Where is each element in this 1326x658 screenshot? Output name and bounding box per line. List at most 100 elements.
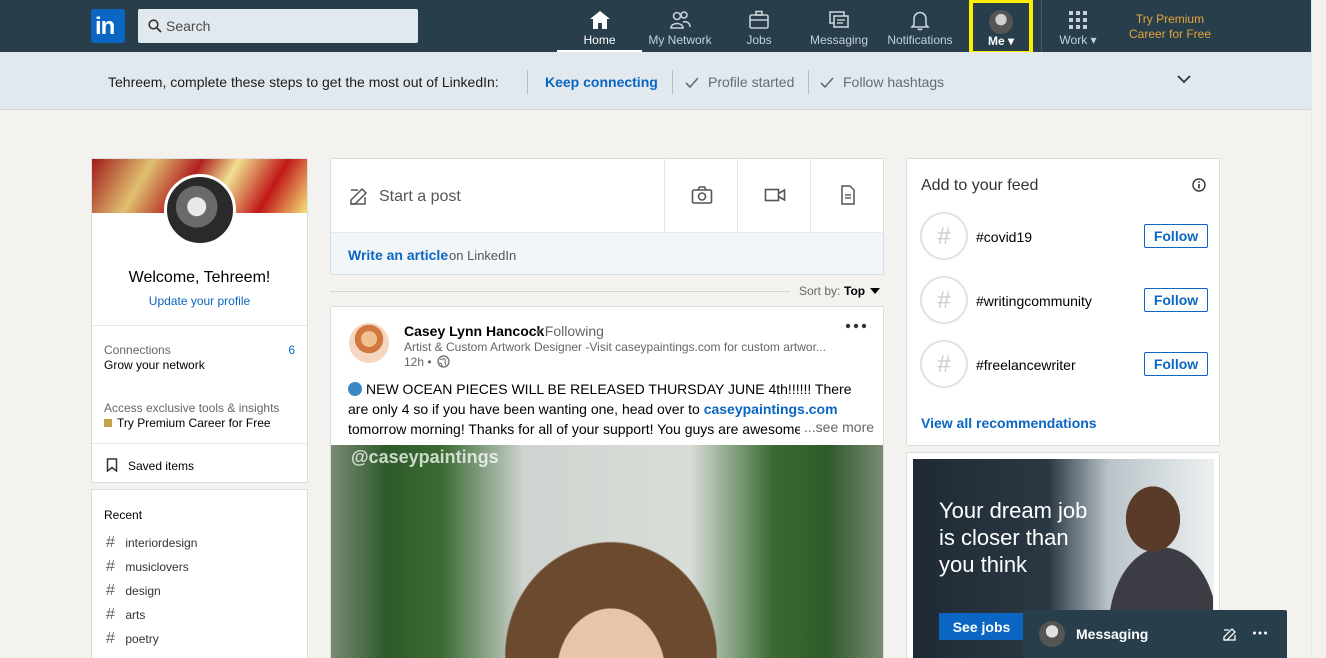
more-options-icon[interactable]	[1252, 630, 1268, 636]
share-box: Start a post Write an article on LinkedI…	[330, 158, 884, 275]
nav-my-network[interactable]: My Network	[642, 0, 718, 52]
briefcase-icon	[749, 10, 769, 29]
post-author-headline: Artist & Custom Artwork Designer -Visit …	[404, 340, 826, 354]
connections-label[interactable]: Connections	[104, 343, 171, 357]
see-more-link[interactable]: ...see more	[800, 419, 875, 435]
blue-circle-emoji-icon	[348, 382, 362, 396]
saved-items-link[interactable]: Saved items	[128, 459, 194, 473]
nav-me-label: Me ▾	[987, 34, 1015, 48]
recent-item-label: musiclovers	[125, 560, 189, 574]
me-avatar	[989, 10, 1013, 34]
onboarding-divider	[672, 70, 673, 94]
view-all-recommendations-link[interactable]: View all recommendations	[921, 415, 1097, 431]
hashtag-avatar[interactable]: #	[920, 212, 968, 260]
follow-button[interactable]: Follow	[1144, 352, 1208, 376]
bookmark-icon	[106, 458, 118, 472]
nav-jobs[interactable]: Jobs	[718, 0, 800, 52]
follow-button[interactable]: Follow	[1144, 288, 1208, 312]
grow-network-link[interactable]: Grow your network	[104, 358, 205, 372]
nav-work-menu[interactable]: Work ▾	[1045, 0, 1111, 52]
premium-icon	[104, 419, 112, 427]
nav-notifications[interactable]: Notifications	[878, 0, 962, 52]
top-navbar: in Home My Network Jobs	[0, 0, 1311, 55]
nav-network-label: My Network	[648, 33, 712, 47]
start-post-label: Start a post	[379, 188, 461, 205]
search-box[interactable]	[138, 9, 418, 43]
step-follow-hashtags: Follow hashtags	[843, 74, 945, 90]
more-options-icon[interactable]	[844, 319, 868, 333]
divider	[92, 325, 307, 326]
camera-icon	[691, 186, 713, 204]
nav-messaging-label: Messaging	[809, 33, 869, 47]
info-icon[interactable]	[1192, 178, 1206, 192]
messaging-label: Messaging	[1076, 626, 1149, 642]
follow-button[interactable]: Follow	[1144, 224, 1208, 248]
bell-icon	[910, 11, 930, 31]
welcome-text[interactable]: Welcome, Tehreem!	[92, 269, 307, 287]
nav-me-menu[interactable]: Me ▾	[969, 0, 1033, 55]
nav-notifications-label: Notifications	[887, 33, 953, 47]
post-video[interactable]: @caseypaintings	[331, 445, 883, 658]
recent-item-label: interiordesign	[125, 536, 198, 550]
premium-line-2: Career for Free	[1128, 27, 1212, 41]
premium-promo-label: Access exclusive tools & insights	[104, 401, 280, 415]
ad-headline: Your dream job is closer than you think	[939, 498, 1088, 577]
premium-promo-link[interactable]: Try Premium Career for Free	[104, 416, 271, 430]
network-icon	[670, 11, 691, 29]
linkedin-logo[interactable]: in	[91, 9, 125, 43]
recent-card: Recent # interiordesign # musiclovers # …	[91, 489, 308, 658]
post-author[interactable]: Casey Lynn Hancock	[404, 323, 544, 339]
page-scrollbar-gutter	[1311, 0, 1326, 658]
post-body-link[interactable]: caseypaintings.com	[704, 401, 838, 417]
onboarding-divider	[527, 70, 528, 94]
profile-card: Welcome, Tehreem! Update your profile Co…	[91, 158, 308, 483]
divider	[92, 443, 307, 444]
feed-hashtag[interactable]: #writingcommunity	[976, 293, 1092, 309]
caret-down-icon[interactable]	[870, 288, 880, 294]
write-article-row: Write an article on LinkedIn	[331, 232, 883, 274]
search-input[interactable]	[166, 9, 406, 43]
compose-icon[interactable]	[1223, 627, 1237, 641]
add-video-button[interactable]	[738, 159, 811, 232]
nav-home-label: Home	[583, 33, 616, 47]
hashtag-avatar[interactable]: #	[920, 276, 968, 324]
premium-line-1: Try Premium	[1135, 12, 1205, 26]
messaging-overlay[interactable]: Messaging	[1023, 610, 1287, 658]
logo-text: in	[95, 13, 115, 40]
recent-item[interactable]: # musiclovers	[106, 558, 189, 576]
connections-count[interactable]: 6	[288, 343, 295, 357]
add-document-button[interactable]	[811, 159, 884, 232]
add-photo-button[interactable]	[665, 159, 738, 232]
update-profile-link[interactable]: Update your profile	[92, 294, 307, 308]
author-avatar[interactable]	[349, 323, 389, 363]
hashtag-icon: #	[106, 582, 115, 599]
post-text-part: tomorrow morning! Thanks for all of your…	[348, 421, 814, 437]
recent-item[interactable]: # design	[106, 582, 161, 600]
feed-hashtag[interactable]: #covid19	[976, 229, 1032, 245]
write-article-suffix: on LinkedIn	[449, 248, 517, 263]
see-jobs-button[interactable]: See jobs	[939, 613, 1024, 640]
feed-post: Casey Lynn Hancock • Following Artist & …	[330, 306, 884, 658]
hashtag-avatar[interactable]: #	[920, 340, 968, 388]
messaging-icon	[829, 11, 849, 28]
add-to-feed-card: Add to your feed # #covid19 Follow # #wr…	[906, 158, 1220, 446]
recent-item-label: design	[125, 584, 161, 598]
nav-work-label: Work ▾	[1059, 33, 1097, 47]
chevron-down-icon[interactable]	[1176, 74, 1192, 84]
recent-item-label: arts	[125, 608, 146, 622]
recent-item[interactable]: # poetry	[106, 630, 159, 648]
messaging-avatar	[1039, 621, 1065, 647]
feed-card-title: Add to your feed	[921, 177, 1039, 194]
hashtag-icon: #	[106, 630, 115, 647]
nav-jobs-label: Jobs	[746, 33, 772, 47]
sort-dropdown[interactable]: Top	[844, 284, 865, 298]
recent-item[interactable]: # arts	[106, 606, 145, 624]
post-time: 12h •	[404, 355, 432, 369]
keep-connecting-link[interactable]: Keep connecting	[545, 74, 658, 90]
nav-messaging[interactable]: Messaging	[800, 0, 878, 52]
profile-avatar[interactable]	[164, 174, 236, 246]
nav-home[interactable]: Home	[557, 0, 642, 52]
feed-hashtag[interactable]: #freelancewriter	[976, 357, 1076, 373]
write-article-link[interactable]: Write an article	[348, 247, 448, 263]
recent-item[interactable]: # interiordesign	[106, 534, 197, 552]
